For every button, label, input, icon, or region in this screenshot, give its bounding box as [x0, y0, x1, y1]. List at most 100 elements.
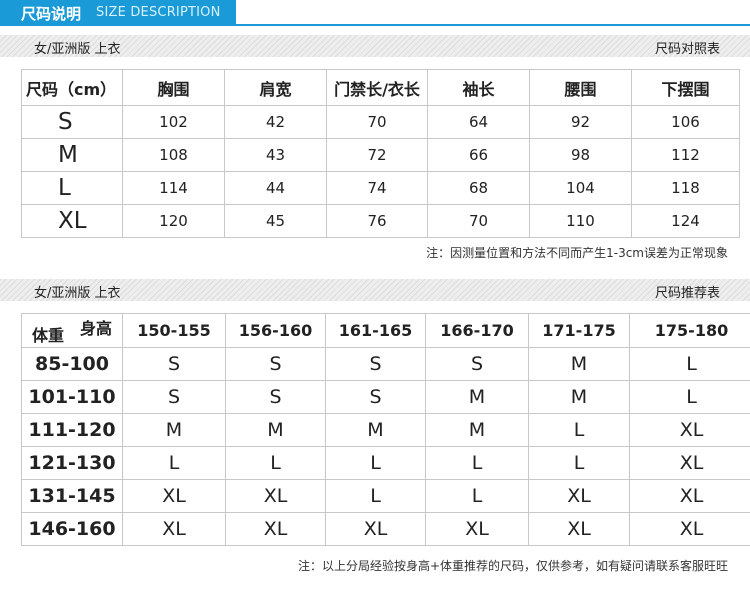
table-row: 85-100 S S S S M L: [21, 347, 750, 381]
table-cell: S: [225, 380, 326, 414]
table-cell: 102: [122, 105, 225, 139]
table-cell: 66: [427, 138, 530, 172]
weight-range: 131-145: [21, 479, 123, 513]
weight-range: 85-100: [21, 347, 123, 381]
table-cell: M: [122, 413, 226, 447]
size-chart-note: 注：因测量位置和方法不同而产生1-3cm误差为正常现象: [426, 246, 728, 260]
table-cell: L: [629, 380, 750, 414]
column-header: 175-180: [629, 313, 750, 348]
column-header: 156-160: [225, 313, 326, 348]
table-cell: 120: [122, 204, 225, 238]
size-label: S: [21, 105, 123, 139]
table-cell: L: [425, 446, 529, 480]
table-cell: 104: [529, 171, 632, 205]
title-en: SIZE DESCRIPTION: [96, 5, 221, 20]
size-recommend-table: 身高 体重 150-155 156-160 161-165 166-170 17…: [21, 313, 750, 546]
column-header: 下摆围: [631, 69, 740, 106]
column-header: 171-175: [528, 313, 630, 348]
table-cell: M: [425, 380, 529, 414]
table-cell: 43: [224, 138, 327, 172]
table-cell: 92: [529, 105, 632, 139]
table-cell: XL: [629, 446, 750, 480]
size-chart-table: 尺码（cm） 胸围 肩宽 门禁长/衣长 袖长 腰围 下摆围 S 102 42 7…: [21, 69, 740, 238]
table-cell: XL: [629, 413, 750, 447]
table-cell: L: [425, 479, 529, 513]
table-cell: S: [122, 380, 226, 414]
table-cell: XL: [629, 512, 750, 546]
header-divider: [0, 24, 750, 26]
column-header: 腰围: [529, 69, 632, 106]
table-cell: S: [425, 347, 529, 381]
table-cell: 45: [224, 204, 327, 238]
table-cell: 70: [427, 204, 530, 238]
column-header: 166-170: [425, 313, 529, 348]
recommend-note: 注：以上分局经验按身高+体重推荐的尺码，仅供参考，如有疑问请联系客服旺旺: [297, 559, 728, 573]
table-cell: S: [325, 380, 426, 414]
column-header: 150-155: [122, 313, 226, 348]
column-header: 袖长: [427, 69, 530, 106]
table-cell: 70: [326, 105, 428, 139]
table-row: 101-110 S S S M M L: [21, 380, 750, 414]
size-chart-category: 女/亚洲版 上衣: [34, 42, 121, 57]
column-header: 胸围: [122, 69, 225, 106]
recommend-category: 女/亚洲版 上衣: [34, 286, 121, 301]
size-label: M: [21, 138, 123, 172]
table-cell: L: [122, 446, 226, 480]
size-label: XL: [21, 204, 123, 238]
table-cell: XL: [528, 479, 630, 513]
table-cell: M: [528, 347, 630, 381]
size-chart-subheader: 女/亚洲版 上衣 尺码对照表: [0, 35, 750, 57]
table-cell: XL: [528, 512, 630, 546]
recommend-subheader: 女/亚洲版 上衣 尺码推荐表: [0, 279, 750, 301]
table-cell: 98: [529, 138, 632, 172]
table-cell: L: [629, 347, 750, 381]
recommend-title: 尺码推荐表: [654, 286, 720, 301]
weight-range: 111-120: [21, 413, 123, 447]
table-cell: 74: [326, 171, 428, 205]
table-cell: L: [528, 446, 630, 480]
table-cell: XL: [325, 512, 426, 546]
table-cell: XL: [122, 479, 226, 513]
weight-range: 146-160: [21, 512, 123, 546]
table-cell: XL: [225, 512, 326, 546]
table-cell: L: [325, 479, 426, 513]
table-cell: L: [225, 446, 326, 480]
height-axis-label: 身高: [79, 319, 112, 338]
weight-range: 101-110: [21, 380, 123, 414]
table-cell: L: [528, 413, 630, 447]
table-cell: 110: [529, 204, 632, 238]
title-tab: 尺码说明 SIZE DESCRIPTION: [0, 0, 236, 24]
table-cell: 64: [427, 105, 530, 139]
table-row: 146-160 XL XL XL XL XL XL: [21, 512, 750, 546]
table-cell: 124: [631, 204, 740, 238]
table-cell: 42: [224, 105, 327, 139]
table-cell: 68: [427, 171, 530, 205]
weight-axis-label: 体重: [32, 326, 65, 345]
table-cell: S: [225, 347, 326, 381]
table-cell: 112: [631, 138, 740, 172]
table-cell: 76: [326, 204, 428, 238]
table-cell: 108: [122, 138, 225, 172]
title-cn: 尺码说明: [21, 5, 82, 23]
table-cell: 44: [224, 171, 327, 205]
table-row: XL 120 45 76 70 110 124: [21, 204, 740, 238]
table-cell: XL: [629, 479, 750, 513]
column-header: 肩宽: [224, 69, 327, 106]
column-header: 尺码（cm）: [21, 69, 123, 106]
table-row: 121-130 L L L L L XL: [21, 446, 750, 480]
table-cell: M: [528, 380, 630, 414]
corner-header: 身高 体重: [21, 313, 123, 348]
table-cell: M: [325, 413, 426, 447]
table-cell: S: [122, 347, 226, 381]
table-cell: L: [325, 446, 426, 480]
table-cell: M: [225, 413, 326, 447]
size-label: L: [21, 171, 123, 205]
table-cell: 114: [122, 171, 225, 205]
table-row: 111-120 M M M M L XL: [21, 413, 750, 447]
size-chart-header-row: 尺码（cm） 胸围 肩宽 门禁长/衣长 袖长 腰围 下摆围: [21, 69, 740, 106]
table-row: M 108 43 72 66 98 112: [21, 138, 740, 172]
table-cell: 106: [631, 105, 740, 139]
column-header: 161-165: [325, 313, 426, 348]
table-cell: XL: [225, 479, 326, 513]
size-chart-title: 尺码对照表: [654, 42, 720, 57]
